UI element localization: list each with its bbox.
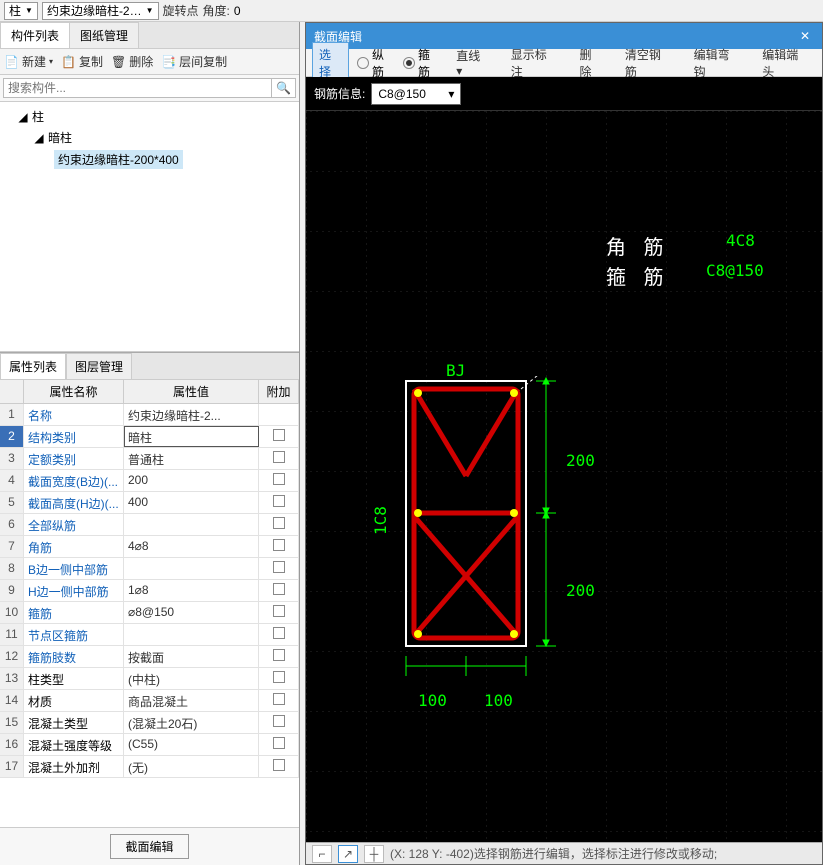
checkbox[interactable] — [273, 539, 285, 551]
component-toolbar: 📄新建▾ 📋复制 🗑删除 📑层间复制 — [0, 49, 299, 75]
radio-stirrup[interactable]: 箍筋 — [403, 46, 441, 80]
search-input[interactable] — [3, 78, 272, 98]
tab-layer-mgmt[interactable]: 图层管理 — [66, 353, 132, 379]
section-editor: 截面编辑 ✕ 选择 纵筋 箍筋 直线 ▾ 显示标注 删除 清空钢筋 编辑弯钩 编… — [305, 22, 823, 865]
prop-row[interactable]: 4截面宽度(B边)(...200 — [0, 470, 299, 492]
left-tabs: 构件列表 图纸管理 — [0, 22, 299, 49]
rebar-info-label: 钢筋信息: — [314, 85, 365, 102]
property-panel: 属性列表 图层管理 属性名称 属性值 附加 1名称约束边缘暗柱-2...2结构类… — [0, 352, 299, 865]
tab-properties[interactable]: 属性列表 — [0, 353, 66, 379]
checkbox[interactable] — [273, 517, 285, 529]
checkbox[interactable] — [273, 583, 285, 595]
checkbox[interactable] — [273, 605, 285, 617]
corner-val: 4C8 — [726, 231, 755, 250]
property-table: 1名称约束边缘暗柱-2...2结构类别暗柱3定额类别普通柱4截面宽度(B边)(.… — [0, 404, 299, 827]
checkbox[interactable] — [273, 627, 285, 639]
radio-longitudinal[interactable]: 纵筋 — [357, 46, 395, 80]
rebar-info-combo[interactable]: C8@150▾ — [371, 83, 461, 105]
search-icon[interactable]: 🔍 — [272, 78, 296, 98]
prop-row[interactable]: 1名称约束边缘暗柱-2... — [0, 404, 299, 426]
snap-icon[interactable]: ↗ — [338, 845, 358, 863]
pivot-label: 旋转点 — [163, 2, 199, 19]
checkbox[interactable] — [273, 495, 285, 507]
checkbox[interactable] — [273, 715, 285, 727]
checkbox[interactable] — [273, 473, 285, 485]
prop-row[interactable]: 5截面高度(H边)(...400 — [0, 492, 299, 514]
component-tree: ◢柱 ◢暗柱 约束边缘暗柱-200*400 — [0, 102, 299, 352]
prop-row[interactable]: 16混凝土强度等级(C55) — [0, 734, 299, 756]
new-button[interactable]: 📄新建▾ — [4, 53, 53, 70]
type-combo[interactable]: 柱▼ — [4, 2, 38, 20]
checkbox[interactable] — [273, 737, 285, 749]
section-drawing — [386, 376, 686, 796]
prop-row[interactable]: 6全部纵筋 — [0, 514, 299, 536]
editor-toolbar: 选择 纵筋 箍筋 直线 ▾ 显示标注 删除 清空钢筋 编辑弯钩 编辑端头 — [306, 49, 822, 77]
rebar-info-bar: 钢筋信息: C8@150▾ — [306, 77, 822, 111]
member-combo[interactable]: 约束边缘暗柱-2…▼ — [42, 2, 159, 20]
section-canvas[interactable]: 角 筋 箍 筋 4C8 C8@150 BJ 1C8 — [306, 111, 822, 842]
grid-icon[interactable]: ┼ — [364, 845, 384, 863]
tab-components[interactable]: 构件列表 — [0, 22, 70, 48]
prop-row[interactable]: 15混凝土类型(混凝土20石) — [0, 712, 299, 734]
checkbox[interactable] — [273, 693, 285, 705]
stirrup-label: 箍 筋 — [606, 261, 670, 290]
col-extra: 附加 — [259, 380, 299, 403]
prop-row[interactable]: 17混凝土外加剂(无) — [0, 756, 299, 778]
copy-button[interactable]: 📋复制 — [61, 53, 103, 70]
delete-button[interactable]: 🗑删除 — [111, 53, 153, 70]
layercopy-button[interactable]: 📑层间复制 — [161, 53, 227, 70]
dim-v1: 200 — [566, 451, 595, 470]
checkbox[interactable] — [273, 649, 285, 661]
col-name: 属性名称 — [24, 380, 124, 403]
tree-node[interactable]: ◢柱 — [4, 106, 295, 127]
prop-row[interactable]: 9H边一侧中部筋1⌀8 — [0, 580, 299, 602]
left-pane: 构件列表 图纸管理 📄新建▾ 📋复制 🗑删除 📑层间复制 🔍 ◢柱 ◢暗柱 约束… — [0, 22, 300, 865]
section-edit-button[interactable]: 截面编辑 — [110, 834, 188, 859]
dim-v2: 200 — [566, 581, 595, 600]
prop-header: 属性名称 属性值 附加 — [0, 380, 299, 404]
prop-row[interactable]: 7角筋4⌀8 — [0, 536, 299, 558]
status-text: (X: 128 Y: -402)选择钢筋进行编辑，选择标注进行修改或移动; — [390, 845, 717, 862]
dim-h2: 100 — [484, 691, 513, 710]
prop-row[interactable]: 11节点区箍筋 — [0, 624, 299, 646]
checkbox[interactable] — [273, 759, 285, 771]
dim-h1: 100 — [418, 691, 447, 710]
tree-node-selected[interactable]: 约束边缘暗柱-200*400 — [4, 148, 295, 171]
corner-label: 角 筋 — [606, 231, 670, 260]
checkbox[interactable] — [273, 561, 285, 573]
col-value: 属性值 — [124, 380, 259, 403]
prop-row[interactable]: 10箍筋⌀8@150 — [0, 602, 299, 624]
checkbox[interactable] — [273, 429, 285, 441]
checkbox[interactable] — [273, 671, 285, 683]
angle-val: 0 — [234, 4, 241, 18]
tree-node[interactable]: ◢暗柱 — [4, 127, 295, 148]
top-toolbar: 柱▼ 约束边缘暗柱-2…▼ 旋转点 角度: 0 — [0, 0, 823, 22]
tab-layers[interactable]: 图纸管理 — [69, 22, 139, 48]
search-row: 🔍 — [0, 75, 299, 102]
prop-row[interactable]: 12箍筋肢数按截面 — [0, 646, 299, 668]
prop-row[interactable]: 2结构类别暗柱 — [0, 426, 299, 448]
prop-row[interactable]: 14材质商品混凝土 — [0, 690, 299, 712]
prop-row[interactable]: 13柱类型(中柱) — [0, 668, 299, 690]
axis-icon[interactable]: ⌐ — [312, 845, 332, 863]
prop-row[interactable]: 3定额类别普通柱 — [0, 448, 299, 470]
prop-tabs: 属性列表 图层管理 — [0, 353, 299, 380]
prop-row[interactable]: 8B边一侧中部筋 — [0, 558, 299, 580]
stirrup-val: C8@150 — [706, 261, 764, 280]
status-bar: ⌐ ↗ ┼ (X: 128 Y: -402)选择钢筋进行编辑，选择标注进行修改或… — [306, 842, 822, 864]
angle-label: 角度: — [203, 2, 230, 19]
checkbox[interactable] — [273, 451, 285, 463]
